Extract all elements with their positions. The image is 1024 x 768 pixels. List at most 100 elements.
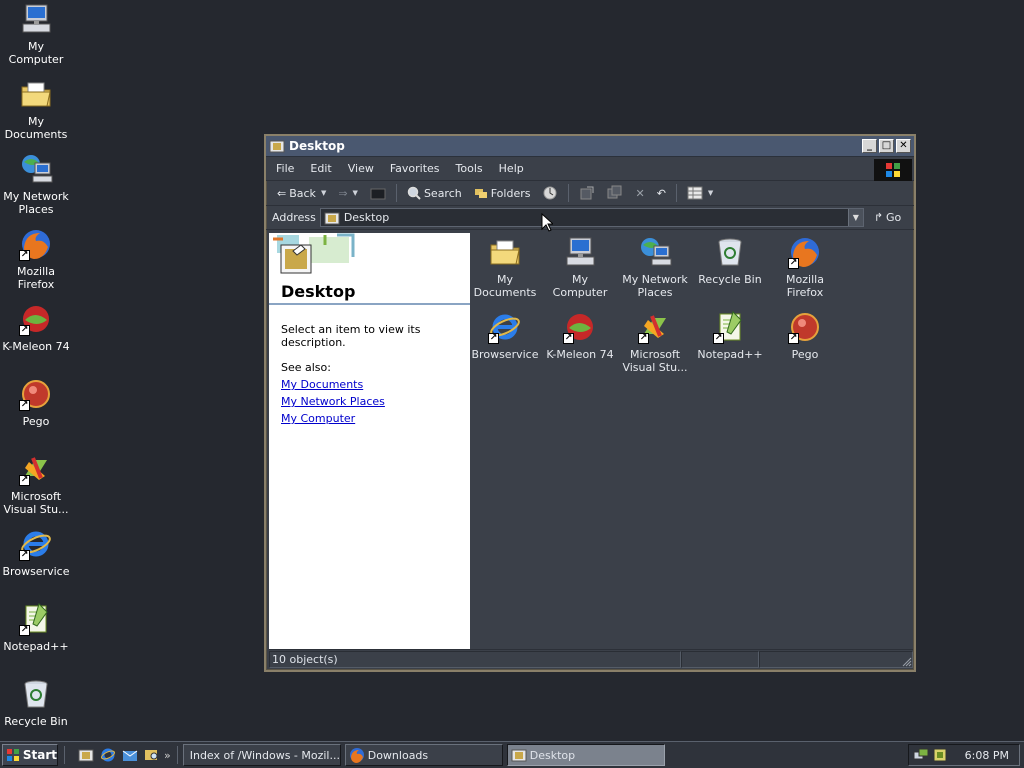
desktop-icon-network-places[interactable]: My Network Places [0,152,72,216]
safely-remove-icon[interactable] [932,747,948,763]
notepadpp-icon: ↗ [19,602,53,636]
file-item-visual-studio[interactable]: ↗ Microsoft Visual Stu... [618,310,692,374]
minimize-button[interactable]: _ [862,139,877,153]
pego-icon: ↗ [19,377,53,411]
file-item-network-places[interactable]: My Network Places [618,235,692,299]
shortcut-arrow-icon: ↗ [563,333,574,344]
desktop-icon-kmeleon[interactable]: ↗ K-Meleon 74 [0,302,72,353]
folder-documents-icon [488,235,522,269]
show-desktop-icon[interactable] [78,747,94,763]
desktop-icon-browservice[interactable]: ↗ Browservice [0,527,72,578]
file-item-label: My Network Places [622,273,688,299]
file-item-label: My Computer [552,273,608,299]
menu-edit[interactable]: Edit [302,162,339,175]
file-item-my-computer[interactable]: My Computer [543,235,617,299]
network-connection-icon[interactable] [913,747,929,763]
quick-launch-chevron-icon[interactable]: » [164,749,171,762]
link-my-network-places[interactable]: My Network Places [281,395,458,408]
desktop-icon-label: Mozilla Firefox [17,265,55,291]
file-item-browservice[interactable]: ↗ Browservice [468,310,542,361]
shortcut-arrow-icon: ↗ [19,325,30,336]
visual-studio-icon: ↗ [19,452,53,486]
search-label: Search [423,186,462,200]
resize-grip-icon[interactable] [900,655,912,667]
undo-icon: ↶ [656,186,666,200]
views-button[interactable]: ▼ [682,182,718,204]
file-item-my-documents[interactable]: My Documents [468,235,542,299]
file-item-firefox[interactable]: ↗ Mozilla Firefox [768,235,842,299]
internet-explorer-icon: ↗ [488,310,522,344]
shortcut-arrow-icon: ↗ [19,250,30,261]
history-button[interactable] [537,182,563,204]
internet-explorer-icon: ↗ [19,527,53,561]
desktop-icon-my-computer[interactable]: My Computer [0,2,72,66]
file-item-pego[interactable]: ↗ Pego [768,310,842,361]
file-item-recycle-bin[interactable]: Recycle Bin [693,235,767,286]
go-button[interactable]: ↱ Go [874,211,901,224]
explorer-search-icon[interactable] [144,747,160,763]
address-dropdown-button[interactable]: ▼ [847,209,863,226]
chevron-down-icon: ▼ [707,189,714,197]
task-button-desktop[interactable]: Desktop [506,744,665,766]
windows-logo-icon [7,749,19,761]
file-item-kmeleon[interactable]: ↗ K-Meleon 74 [543,310,617,361]
outlook-express-icon[interactable] [122,747,138,763]
back-button[interactable]: ⇐ Back ▼ [272,182,331,204]
pane-banner: Desktop [269,233,470,305]
copy-to-button[interactable] [602,182,628,204]
desktop-icon-recycle-bin[interactable]: Recycle Bin [0,677,72,728]
menu-view[interactable]: View [340,162,382,175]
toolbar-separator [395,184,397,202]
file-list[interactable]: My Documents My Computer My Network Plac… [470,233,913,649]
kmeleon-icon: ↗ [563,310,597,344]
internet-explorer-icon[interactable] [100,747,116,763]
title-bar[interactable]: Desktop _ □ ✕ [266,136,914,157]
menu-help[interactable]: Help [491,162,532,175]
menu-favorites[interactable]: Favorites [382,162,448,175]
shortcut-arrow-icon: ↗ [19,550,30,561]
desktop-icon-my-documents[interactable]: My Documents [0,77,72,141]
menu-tools[interactable]: Tools [448,162,491,175]
address-bar: Address Desktop ▼ ↱ Go [266,206,914,230]
delete-button[interactable]: ✕ [630,182,649,204]
move-to-icon [580,186,594,200]
file-item-label: My Documents [473,273,537,299]
forward-button[interactable]: ⇒ ▼ [333,182,363,204]
start-button[interactable]: Start [2,744,58,766]
shortcut-arrow-icon: ↗ [19,625,30,636]
search-button[interactable]: Search [402,182,467,204]
link-my-documents[interactable]: My Documents [281,378,458,391]
task-button-index-of-windows[interactable]: Index of /Windows - Mozil... [182,744,341,766]
undo-button[interactable]: ↶ [652,182,671,204]
menu-file[interactable]: File [266,162,302,175]
desktop-icon-pego[interactable]: ↗ Pego [0,377,72,428]
explorer-window[interactable]: Desktop _ □ ✕ File Edit View Favorites T… [264,134,916,672]
back-arrow-icon: ⇐ [277,186,287,200]
file-item-notepadpp[interactable]: ↗ Notepad++ [693,310,767,361]
recycle-bin-icon [713,235,747,269]
shortcut-arrow-icon: ↗ [19,475,30,486]
shortcut-arrow-icon: ↗ [713,333,724,344]
folders-button[interactable]: Folders [469,182,536,204]
up-folder-button[interactable] [365,182,391,204]
shortcut-arrow-icon: ↗ [788,258,799,269]
desktop-icon-visual-studio[interactable]: ↗ Microsoft Visual Stu... [0,452,72,516]
task-label: Downloads [367,748,429,762]
desktop-folder-icon [324,212,340,224]
windows-logo-icon [874,159,912,181]
address-field[interactable]: Desktop ▼ [319,208,864,227]
clock[interactable]: 6:08 PM [965,749,1009,762]
task-button-downloads[interactable]: Downloads [344,744,503,766]
maximize-button[interactable]: □ [879,139,894,153]
link-my-computer[interactable]: My Computer [281,412,458,425]
window-title: Desktop [289,139,345,153]
move-to-button[interactable] [574,182,600,204]
web-view-pane: Desktop Select an item to view its descr… [269,233,470,649]
menu-bar: File Edit View Favorites Tools Help [266,157,914,181]
desktop-icon-firefox[interactable]: ↗ Mozilla Firefox [0,227,72,291]
close-button[interactable]: ✕ [896,139,911,153]
window-content: Desktop Select an item to view its descr… [269,233,913,649]
go-arrow-icon: ↱ [873,211,884,224]
desktop-icon-notepadpp[interactable]: ↗ Notepad++ [0,602,72,653]
desktop-icon-label: Recycle Bin [4,715,68,728]
